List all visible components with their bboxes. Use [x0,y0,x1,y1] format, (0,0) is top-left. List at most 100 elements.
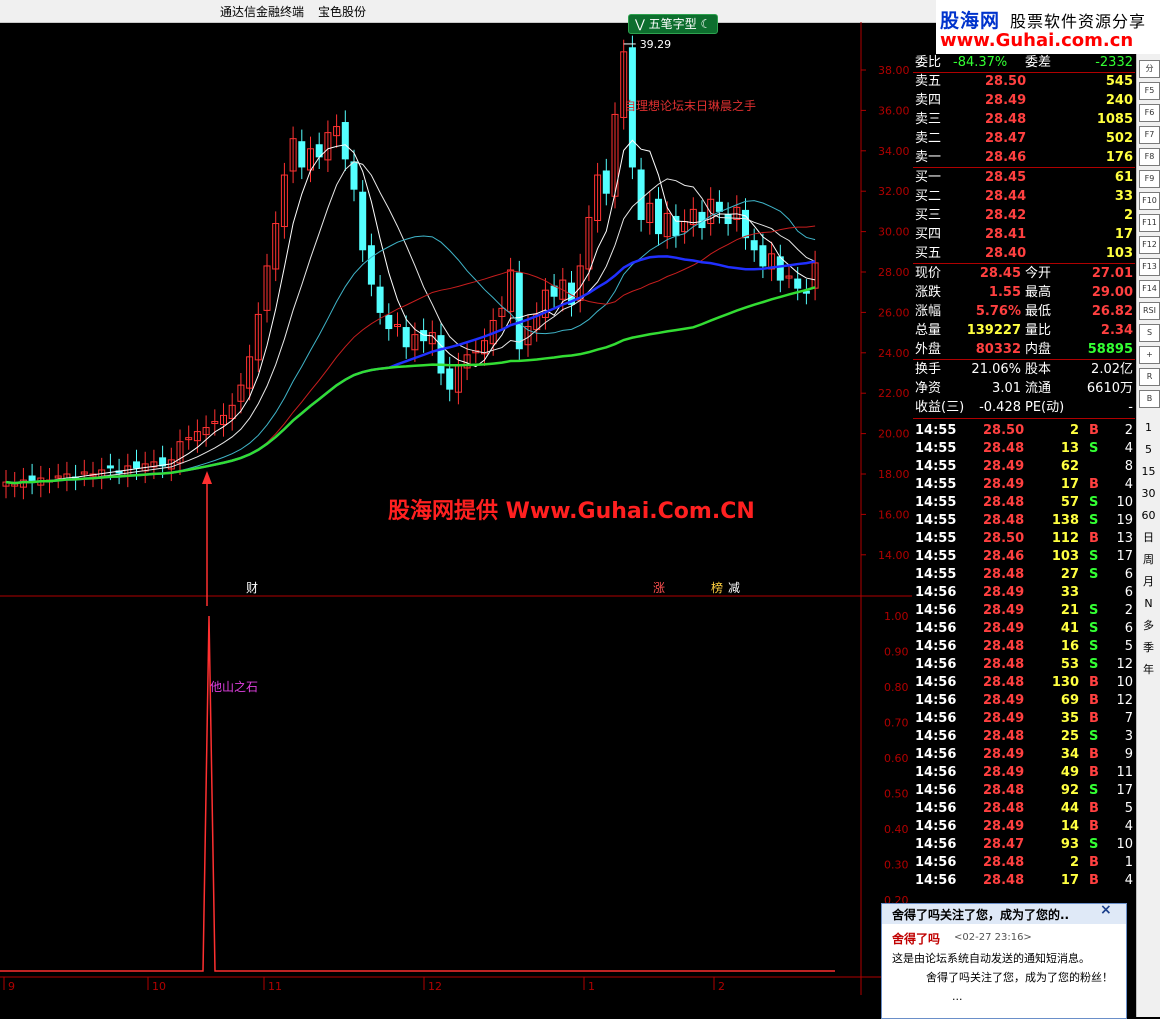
ask-volume: 502 [1105,131,1133,146]
period-button[interactable]: 60 [1139,508,1158,524]
period-button[interactable]: 日 [1139,530,1158,546]
bid-row[interactable]: 买二 28.44 33 [913,188,1135,206]
tick-row[interactable]: 14:56 28.49 49 B 11 [913,764,1135,782]
tick-time: 14:56 [915,873,957,888]
toolbar-tool-icon[interactable]: F9 [1139,170,1160,188]
kline-chart[interactable]: 38.00 36.00 34.00 32.00 30.00 28.00 26.00 24.00… [0,22,912,1015]
tick-row[interactable]: 14:56 28.49 34 B 9 [913,746,1135,764]
period-button[interactable]: N [1139,596,1158,612]
tick-row[interactable]: 14:56 28.49 14 B 4 [913,818,1135,836]
y-tick-label: 28.00 [878,266,910,279]
stat-row[interactable]: 净资 3.01 流通 6610万 [913,380,1135,398]
popup-sender[interactable]: 舍得了吗 [892,930,940,947]
tick-row[interactable]: 14:56 28.49 41 S 6 [913,620,1135,638]
toolbar-tool-icon[interactable]: F13 [1139,258,1160,276]
stat-row[interactable]: 总量 139227 量比 2.34 [913,322,1135,340]
tick-row[interactable]: 14:56 28.48 53 S 12 [913,656,1135,674]
tick-row[interactable]: 14:56 28.49 33 6 [913,584,1135,602]
tick-row[interactable]: 14:56 28.48 2 B 1 [913,854,1135,872]
tick-row[interactable]: 14:55 28.49 62 8 [913,458,1135,476]
close-icon[interactable]: × [1100,902,1112,918]
stock-name[interactable]: 宝色股份 [318,3,366,20]
tick-side: B [1089,855,1099,870]
period-button[interactable]: 30 [1139,486,1158,502]
tick-row[interactable]: 14:56 28.48 92 S 17 [913,782,1135,800]
toolbar-tool-icon[interactable]: 分 [1139,60,1160,78]
tick-row[interactable]: 14:55 28.48 13 S 4 [913,440,1135,458]
tick-row[interactable]: 14:56 28.49 69 B 12 [913,692,1135,710]
bid-row[interactable]: 买三 28.42 2 [913,207,1135,225]
toolbar-tool-icon[interactable]: B [1139,390,1160,408]
tick-row[interactable]: 14:56 28.48 44 B 5 [913,800,1135,818]
stat-row[interactable]: 换手 21.06% 股本 2.02亿 [913,361,1135,379]
tick-row[interactable]: 14:55 28.49 17 B 4 [913,476,1135,494]
toolbar-tool-icon[interactable]: RSI [1139,302,1160,320]
toolbar-tool-icon[interactable]: F6 [1139,104,1160,122]
period-button[interactable]: 周 [1139,552,1158,568]
notification-popup[interactable]: 舍得了吗关注了您，成为了您的.. × 舍得了吗 <02-27 23:16> 这是… [881,902,1127,1019]
stat-row[interactable]: 外盘 80332 内盘 58895 [913,341,1135,359]
tick-volume: 2 [1069,855,1079,870]
ask-row[interactable]: 卖四 28.49 240 [913,92,1135,110]
tick-volume: 62 [1060,459,1079,474]
toolbar-tool-icon[interactable]: + [1139,346,1160,364]
bid-row[interactable]: 买四 28.41 17 [913,226,1135,244]
period-button[interactable]: 年 [1139,662,1158,678]
ask-row[interactable]: 卖三 28.48 1085 [913,111,1135,129]
tick-row[interactable]: 14:56 28.48 16 S 5 [913,638,1135,656]
toolbar-tool-icon[interactable]: S [1139,324,1160,342]
toolbar-tool-icon[interactable]: F8 [1139,148,1160,166]
period-button[interactable]: 15 [1139,464,1158,480]
period-button[interactable]: 月 [1139,574,1158,590]
bid-row[interactable]: 买五 28.40 103 [913,245,1135,263]
wb-row[interactable]: 委比 -84.37% 委差 -2332 [913,54,1135,72]
period-button[interactable]: 季 [1139,640,1158,656]
y-tick-label: 34.00 [878,145,910,158]
period-button[interactable]: 5 [1139,442,1158,458]
toolbar-tool-icon[interactable]: F7 [1139,126,1160,144]
stat-row[interactable]: 收益(三) -0.428 PE(动) - [913,399,1135,417]
ask-row[interactable]: 卖二 28.47 502 [913,130,1135,148]
tick-row[interactable]: 14:55 28.48 57 S 10 [913,494,1135,512]
bid-label: 买三 [915,208,942,223]
tick-row[interactable]: 14:56 28.48 130 B 10 [913,674,1135,692]
period-button[interactable]: 1 [1139,420,1158,436]
tick-row[interactable]: 14:55 28.50 112 B 13 [913,530,1135,548]
stat-row[interactable]: 现价 28.45 今开 27.01 [913,265,1135,283]
tick-volume: 103 [1051,549,1079,564]
ask-label: 卖四 [915,93,942,108]
toolbar-tool-icon[interactable]: F10 [1139,192,1160,210]
stat-row[interactable]: 涨跌 1.55 最高 29.00 [913,284,1135,302]
event-mark: 涨 [653,580,665,595]
chart-indicator-tag[interactable]: ⋁ 五笔字型 ☾ [628,14,719,34]
panel-divider [913,418,1135,419]
toolbar-tool-icon[interactable]: F14 [1139,280,1160,298]
tick-row[interactable]: 14:55 28.46 103 S 17 [913,548,1135,566]
toolbar-tool-icon[interactable]: F12 [1139,236,1160,254]
stat-row[interactable]: 涨幅 5.76% 最低 26.82 [913,303,1135,321]
ask-row[interactable]: 卖五 28.50 545 [913,73,1135,91]
tick-volume: 13 [1060,441,1079,456]
tick-row[interactable]: 14:56 28.48 25 S 3 [913,728,1135,746]
tick-row[interactable]: 14:56 28.49 35 B 7 [913,710,1135,728]
tick-row[interactable]: 14:56 28.47 93 S 10 [913,836,1135,854]
tick-row[interactable]: 14:55 28.50 2 B 2 [913,422,1135,440]
tick-side: B [1089,531,1099,546]
stat-value: 58895 [1087,342,1133,357]
tick-row[interactable]: 14:55 28.48 27 S 6 [913,566,1135,584]
tick-row[interactable]: 14:56 28.49 21 S 2 [913,602,1135,620]
tick-row[interactable]: 14:55 28.48 138 S 19 [913,512,1135,530]
toolbar-tool-icon[interactable]: R [1139,368,1160,386]
y-tick-label: 14.00 [878,549,910,562]
toolbar-tool-icon[interactable]: F5 [1139,82,1160,100]
tick-price: 28.50 [983,531,1025,546]
ask-row[interactable]: 卖一 28.46 176 [913,149,1135,167]
popup-header: 舍得了吗关注了您，成为了您的.. [882,904,1126,924]
tick-price: 28.49 [983,585,1025,600]
tick-row[interactable]: 14:56 28.48 17 B 4 [913,872,1135,890]
app-title[interactable]: 通达信金融终端 [220,3,304,20]
stat-label: 换手 [915,362,942,377]
toolbar-tool-icon[interactable]: F11 [1139,214,1160,232]
period-button[interactable]: 多 [1139,618,1158,634]
bid-row[interactable]: 买一 28.45 61 [913,169,1135,187]
